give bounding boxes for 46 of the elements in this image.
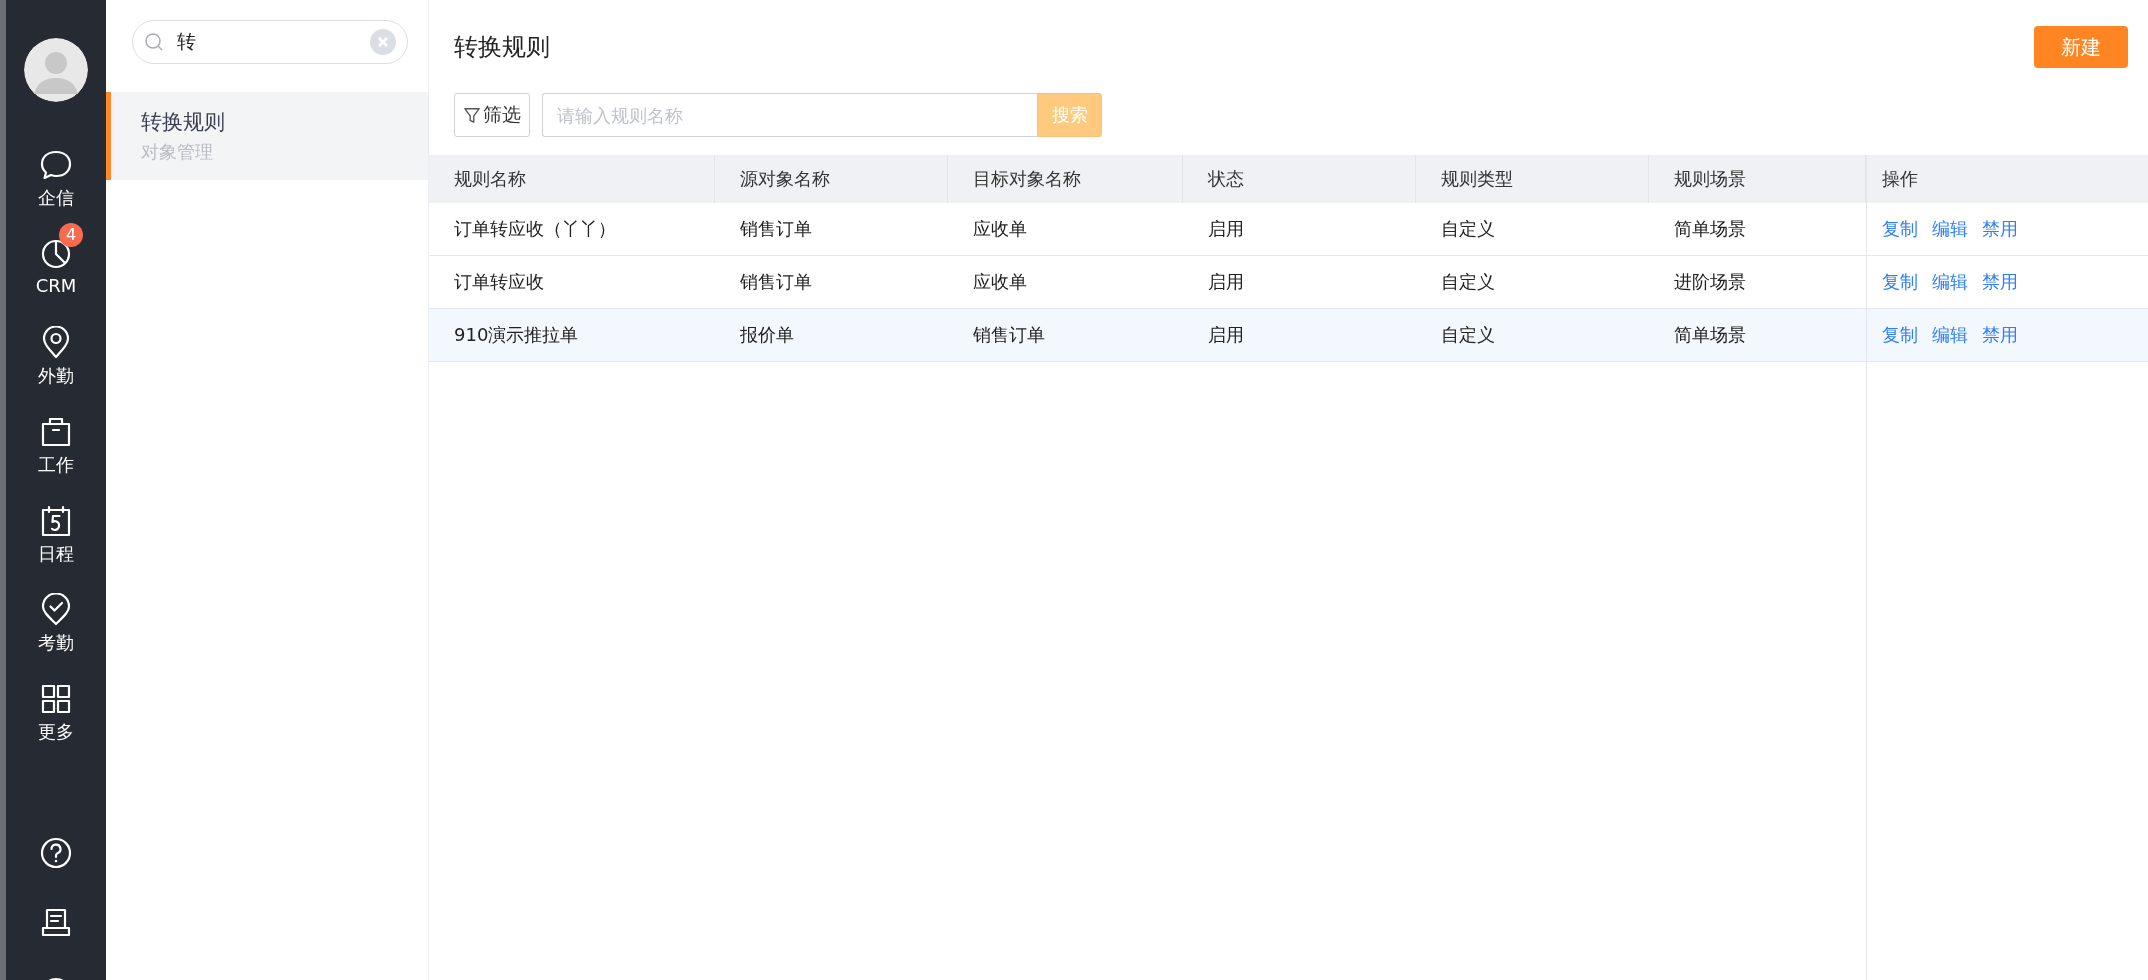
nav-item[interactable]: 更多 bbox=[11, 668, 101, 757]
chat-bubble-icon bbox=[39, 148, 73, 182]
column-header: 目标对象名称 bbox=[948, 155, 1183, 203]
search-field[interactable]: 转 bbox=[132, 20, 408, 64]
action-link[interactable]: 编辑 bbox=[1932, 323, 1968, 347]
table-cell: 910演示推拉单 bbox=[429, 309, 715, 362]
calendar-icon bbox=[39, 504, 73, 538]
help-icon[interactable] bbox=[39, 836, 73, 870]
column-header: 状态 bbox=[1183, 155, 1416, 203]
table-cell: 简单场景 bbox=[1649, 309, 1866, 362]
action-link[interactable]: 复制 bbox=[1882, 270, 1918, 294]
result-subtitle: 对象管理 bbox=[141, 140, 214, 164]
filter-button[interactable]: 筛选 bbox=[454, 93, 530, 137]
column-header: 规则名称 bbox=[429, 155, 715, 203]
nav-item[interactable]: 外勤 bbox=[11, 312, 101, 401]
table-cell: 报价单 bbox=[715, 309, 948, 362]
result-item[interactable]: 转换规则 对象管理 bbox=[106, 92, 428, 180]
result-title: 转换规则 bbox=[141, 109, 226, 136]
action-link[interactable]: 禁用 bbox=[1982, 217, 2018, 241]
table-cell: 自定义 bbox=[1416, 309, 1649, 362]
action-link[interactable]: 编辑 bbox=[1932, 217, 1968, 241]
count-badge: 4 bbox=[59, 223, 83, 247]
nav-item[interactable]: 日程 bbox=[11, 490, 101, 579]
action-link[interactable]: 禁用 bbox=[1982, 270, 2018, 294]
action-link[interactable]: 复制 bbox=[1882, 323, 1918, 347]
page-title: 转换规则 bbox=[454, 32, 550, 63]
search-input[interactable]: 请输入规则名称 bbox=[542, 93, 1037, 137]
column-header: 规则类型 bbox=[1416, 155, 1649, 203]
nav-item[interactable]: 企信 bbox=[11, 134, 101, 223]
nav-item[interactable]: 考勤 bbox=[11, 579, 101, 668]
column-header: 源对象名称 bbox=[715, 155, 948, 203]
avatar[interactable] bbox=[24, 38, 88, 102]
action-link[interactable]: 禁用 bbox=[1982, 323, 2018, 347]
grid-icon bbox=[39, 682, 73, 716]
action-link[interactable]: 编辑 bbox=[1932, 270, 1968, 294]
nav-item[interactable]: 工作 bbox=[11, 401, 101, 490]
filter-icon bbox=[463, 105, 481, 125]
action-link[interactable]: 复制 bbox=[1882, 217, 1918, 241]
nav-item[interactable]: 4 CRM bbox=[11, 223, 101, 312]
column-header: 操作 bbox=[1867, 155, 2148, 203]
check-pin-icon bbox=[39, 593, 73, 627]
table-cell: 启用 bbox=[1183, 309, 1416, 362]
briefcase-icon bbox=[39, 415, 73, 449]
table-row[interactable]: 910演示推拉单 报价单 销售订单 启用 自定义 简单场景 bbox=[429, 309, 1866, 362]
table-cell: 销售订单 bbox=[948, 309, 1183, 362]
column-header: 规则场景 bbox=[1649, 155, 1866, 203]
